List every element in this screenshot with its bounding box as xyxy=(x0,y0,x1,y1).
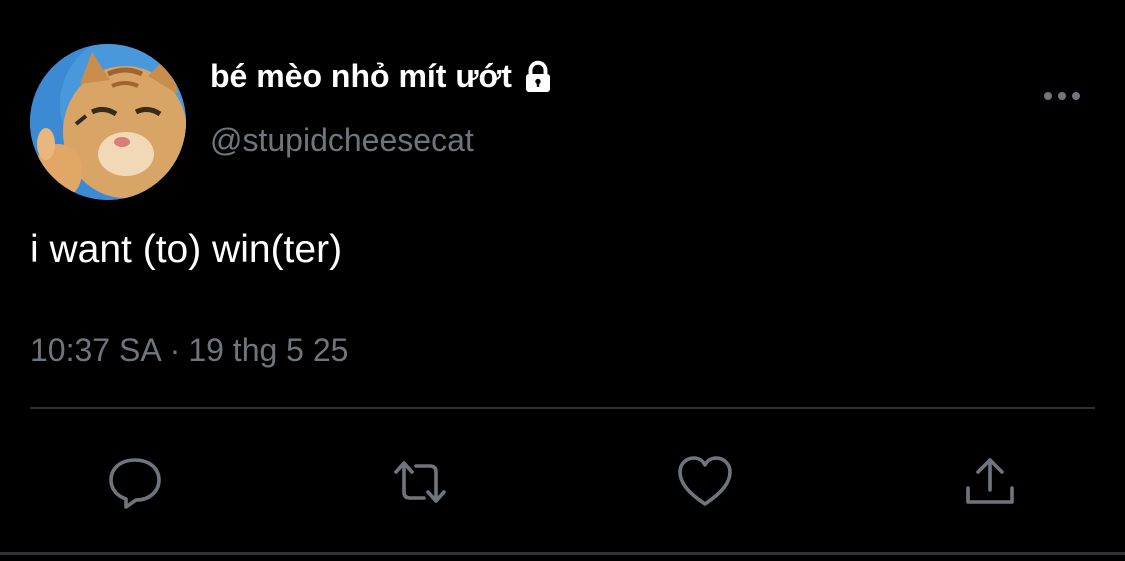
heart-icon xyxy=(678,456,732,506)
divider xyxy=(30,407,1095,409)
share-upload-icon xyxy=(966,458,1014,504)
reply-bubble-icon xyxy=(109,458,161,509)
meta-separator: · xyxy=(169,332,181,368)
avatar[interactable] xyxy=(30,44,186,200)
display-name[interactable]: bé mèo nhỏ mít ướt xyxy=(210,58,512,95)
like-button[interactable] xyxy=(675,452,735,512)
tweet-date: 19 thg 5 25 xyxy=(188,332,349,368)
reply-button[interactable] xyxy=(105,452,165,512)
share-button[interactable] xyxy=(960,452,1020,512)
user-handle[interactable]: @stupidcheesecat xyxy=(210,122,474,159)
display-name-row[interactable]: bé mèo nhỏ mít ướt xyxy=(210,58,556,95)
bottom-divider xyxy=(0,552,1125,555)
retweet-icon xyxy=(394,461,446,503)
tweet-time: 10:37 SA xyxy=(30,332,162,368)
cat-avatar-image xyxy=(30,44,186,200)
retweet-button[interactable] xyxy=(390,452,450,512)
tweet-timestamp[interactable]: 10:37 SA · 19 thg 5 25 xyxy=(30,332,348,369)
more-horizontal-icon xyxy=(1044,92,1080,100)
lock-icon xyxy=(525,60,550,92)
tweet-text: i want (to) win(ter) xyxy=(30,228,343,271)
more-options-button[interactable] xyxy=(1040,82,1084,110)
